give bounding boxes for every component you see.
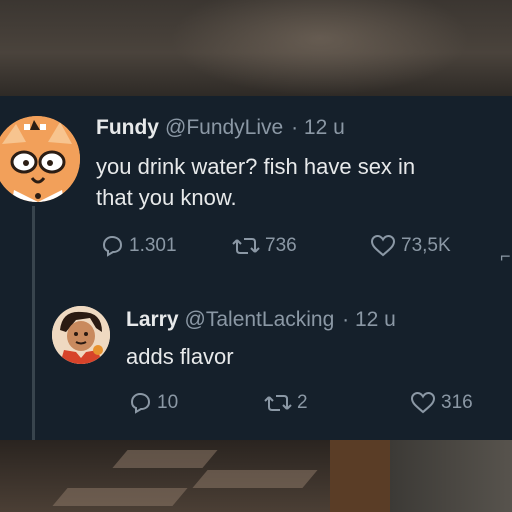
avatar-fundy[interactable] — [0, 116, 80, 202]
like-count: 73,5K — [401, 235, 451, 256]
heart-icon — [370, 234, 396, 257]
reply-author-handle[interactable]: @TalentLacking — [185, 308, 335, 331]
tweet-header: Fundy @FundyLive · 12 u — [96, 116, 345, 140]
tweet-time[interactable]: · 12 u — [291, 116, 345, 139]
like-button[interactable]: 73,5K — [370, 234, 451, 258]
reply-like-count: 316 — [441, 392, 473, 413]
reply-button[interactable]: 1.301 — [100, 234, 177, 258]
reply-text: adds flavor — [126, 344, 234, 369]
background-door — [330, 440, 390, 512]
reply-reply-button[interactable]: 10 — [128, 391, 178, 415]
author-handle[interactable]: @FundyLive — [165, 116, 283, 139]
reply-header: Larry @TalentLacking · 12 u — [126, 308, 396, 332]
tweet-card: Fundy @FundyLive · 12 u you drink water? … — [0, 96, 512, 440]
reply-icon — [102, 235, 123, 257]
background-wall — [390, 440, 512, 512]
retweet-count: 736 — [265, 235, 297, 256]
tweet-text: you drink water? fish have sex in that y… — [96, 151, 512, 213]
reply-reply-count: 10 — [157, 392, 179, 413]
reply-retweet-button[interactable]: 2 — [264, 391, 308, 415]
share-icon[interactable]: ⌐ — [500, 246, 511, 267]
thread-line — [32, 206, 35, 440]
retweet-icon — [264, 395, 292, 411]
reply-time[interactable]: · 12 u — [342, 308, 396, 331]
reply-icon — [130, 392, 151, 414]
tweet-text-line-2: that you know. — [96, 185, 237, 210]
reply-retweet-count: 2 — [297, 392, 308, 413]
author-name[interactable]: Fundy — [96, 116, 159, 139]
reply-like-button[interactable]: 316 — [410, 391, 473, 415]
background-scene-top — [0, 0, 512, 96]
avatar-larry[interactable] — [52, 306, 110, 364]
tweet-text-line-1: you drink water? fish have sex in — [96, 154, 416, 179]
reply-count: 1.301 — [129, 235, 177, 256]
retweet-icon — [232, 238, 260, 254]
retweet-button[interactable]: 736 — [232, 234, 297, 258]
heart-icon — [410, 391, 436, 414]
reply-author-name[interactable]: Larry — [126, 308, 179, 331]
